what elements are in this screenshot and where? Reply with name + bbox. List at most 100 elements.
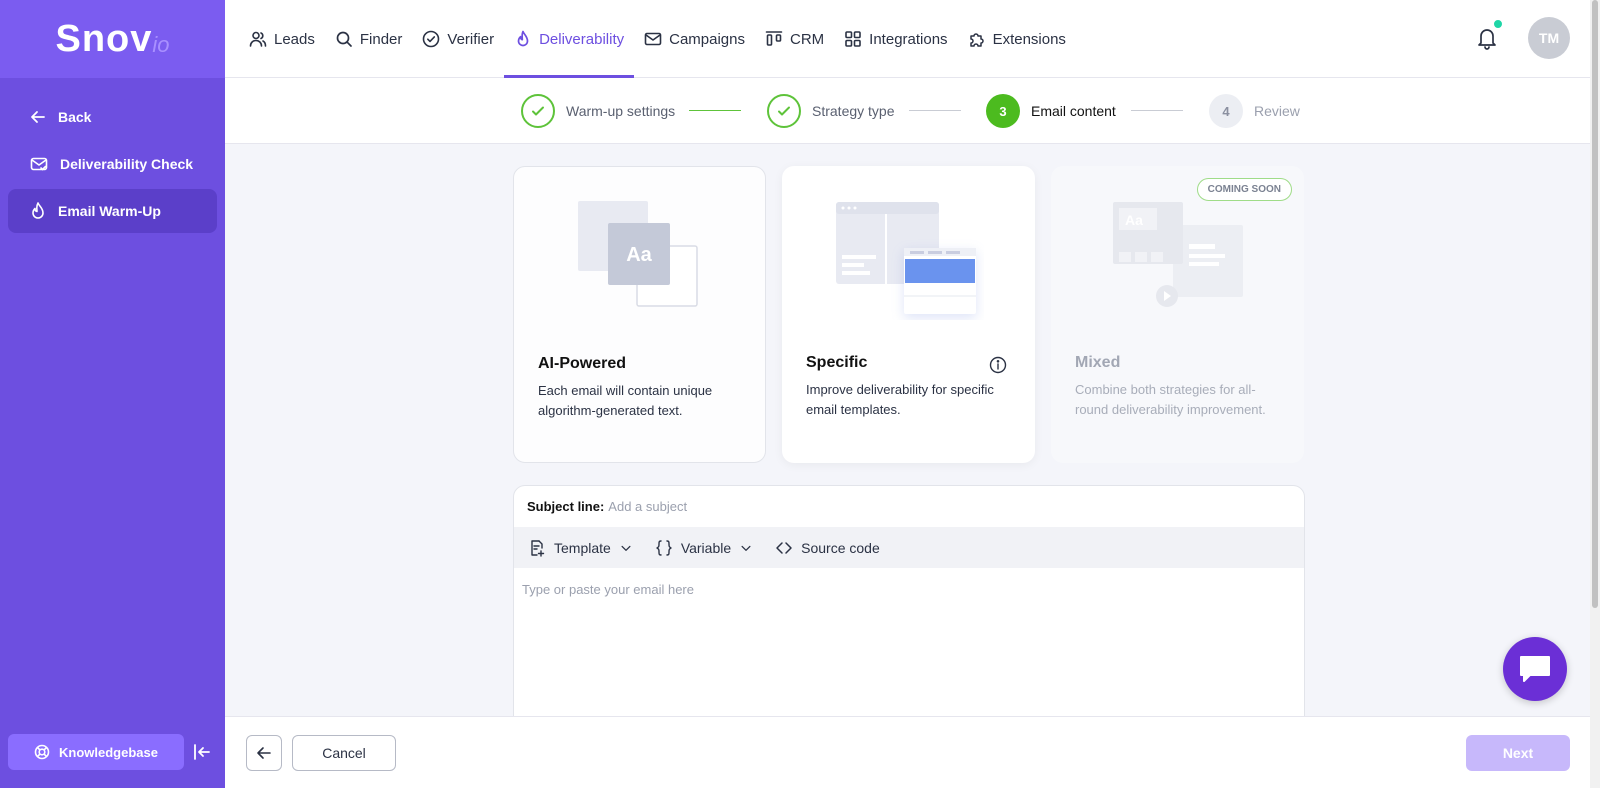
subject-input[interactable]: Add a subject (608, 499, 687, 514)
strategy-card-ai-powered[interactable]: Aa AI-Powered Each email will contain un… (513, 166, 766, 463)
step-connector (909, 110, 961, 111)
card-description: Combine both strategies for all-round de… (1075, 382, 1266, 417)
card-title: AI-Powered (538, 355, 627, 372)
nav-item-label: Leads (274, 30, 315, 48)
info-icon[interactable] (989, 356, 1007, 374)
nav-item-integrations[interactable]: Integrations (834, 0, 957, 78)
logo-suffix: io (152, 32, 170, 57)
card-title: Specific (806, 354, 868, 371)
knowledgebase-button[interactable]: Knowledgebase (8, 734, 184, 770)
grid-icon (845, 31, 861, 47)
step-connector (1131, 110, 1183, 111)
nav-item-label: Verifier (447, 30, 495, 48)
puzzle-icon (969, 33, 984, 47)
next-button[interactable]: Next (1466, 735, 1570, 771)
code-icon (776, 541, 792, 554)
bell-icon[interactable] (1476, 26, 1498, 50)
strategy-card-specific[interactable]: Specific Improve deliverability for spec… (782, 166, 1035, 463)
sidebar-item-label: Back (58, 109, 92, 125)
nav-item-deliverability[interactable]: Deliverability (504, 0, 635, 78)
card-title: Mixed (1075, 354, 1121, 371)
step-label: Warm-up settings (566, 103, 676, 119)
sidebar-item-label: Email Warm-Up (58, 203, 161, 219)
scrollbar[interactable] (1590, 0, 1600, 788)
logo-name: Snov (55, 17, 153, 60)
step-strategy-type[interactable]: Strategy type (767, 94, 895, 128)
variable-dropdown[interactable]: Variable (655, 539, 753, 557)
step-review[interactable]: 4 Review (1209, 94, 1300, 128)
braces-icon (656, 539, 672, 556)
nav-item-label: CRM (790, 30, 825, 48)
top-navigation: Leads Finder Verifier Deliverability Cam… (225, 0, 1590, 78)
card-description: Each email will contain unique algorithm… (538, 383, 713, 418)
search-icon (336, 31, 352, 47)
card-description: Improve deliverability for specific emai… (806, 382, 994, 417)
check-circle-icon (423, 30, 440, 48)
nav-item-label: Finder (359, 30, 403, 48)
nav-item-label: Extensions (992, 30, 1066, 48)
notification-dot (1492, 18, 1504, 30)
template-icon (531, 539, 545, 557)
nav-item-crm[interactable]: CRM (755, 0, 834, 78)
template-label: Template (554, 539, 611, 556)
chevron-down-icon (741, 545, 751, 551)
source-code-button[interactable]: Source code (775, 539, 880, 557)
step-label: Email content (1031, 103, 1116, 119)
nav-item-extensions[interactable]: Extensions (958, 0, 1076, 78)
knowledgebase-label: Knowledgebase (59, 744, 158, 760)
strategy-card-mixed: COMING SOON Aa Mixed Combine both strate… (1051, 166, 1304, 463)
back-button[interactable] (246, 735, 282, 771)
sidebar-item-deliverability-check[interactable]: Deliverability Check (8, 142, 217, 186)
subject-line-field[interactable]: Subject line: Add a subject (514, 486, 1304, 527)
arrow-left-icon (31, 111, 45, 123)
editor-toolbar: Template Variable Source code (514, 527, 1304, 568)
arrow-left-icon (257, 747, 271, 759)
email-body-input[interactable]: Type or paste your email here (514, 568, 1304, 611)
check-icon (767, 94, 801, 128)
nav-item-campaigns[interactable]: Campaigns (634, 0, 755, 78)
svg-text:Aa: Aa (1125, 212, 1143, 228)
lifebuoy-icon (34, 744, 50, 760)
sidebar-item-email-warm-up[interactable]: Email Warm-Up (8, 189, 217, 233)
nav-item-verifier[interactable]: Verifier (412, 0, 504, 78)
avatar[interactable]: TM (1528, 17, 1570, 59)
step-label: Strategy type (812, 103, 895, 119)
envelope-check-icon (30, 157, 48, 171)
chat-widget-button[interactable] (1503, 637, 1567, 701)
step-email-content[interactable]: 3 Email content (986, 94, 1116, 128)
chat-bubble-icon (1520, 656, 1550, 682)
ai-powered-illustration: Aa (578, 201, 698, 307)
sidebar-item-back[interactable]: Back (8, 95, 217, 139)
nav-item-label: Campaigns (669, 30, 745, 48)
svg-text:Aa: Aa (626, 244, 652, 266)
collapse-sidebar-icon[interactable] (192, 742, 212, 762)
kanban-icon (765, 31, 783, 46)
snov-logo[interactable]: Snov io (0, 0, 225, 78)
email-editor: Subject line: Add a subject Template Var… (513, 485, 1305, 725)
subject-label: Subject line: (527, 499, 605, 514)
check-icon (521, 94, 555, 128)
variable-label: Variable (680, 539, 732, 556)
cancel-button[interactable]: Cancel (292, 735, 396, 771)
step-number: 4 (1209, 94, 1243, 128)
chevron-down-icon (621, 545, 631, 551)
flame-icon (32, 202, 44, 219)
wizard-footer: Cancel Next (225, 716, 1590, 788)
step-warm-up-settings[interactable]: Warm-up settings (521, 94, 675, 128)
scrollbar-thumb[interactable] (1592, 0, 1598, 608)
specific-illustration (836, 202, 976, 314)
sidebar: Snov io Back Deliverability Check Email … (0, 0, 225, 788)
mixed-illustration: Aa (1113, 202, 1243, 307)
source-code-label: Source code (801, 539, 880, 556)
nav-item-label: Integrations (869, 30, 948, 48)
step-label: Review (1254, 103, 1300, 119)
users-icon (249, 31, 267, 47)
coming-soon-badge: COMING SOON (1196, 178, 1292, 201)
progress-stepper: Warm-up settings Strategy type 3 Email c… (225, 78, 1590, 144)
sidebar-item-label: Deliverability Check (60, 156, 194, 172)
nav-item-leads[interactable]: Leads (239, 0, 325, 78)
step-number: 3 (986, 94, 1020, 128)
template-dropdown[interactable]: Template (528, 539, 633, 557)
nav-item-label: Deliverability (539, 30, 625, 48)
nav-item-finder[interactable]: Finder (325, 0, 413, 78)
